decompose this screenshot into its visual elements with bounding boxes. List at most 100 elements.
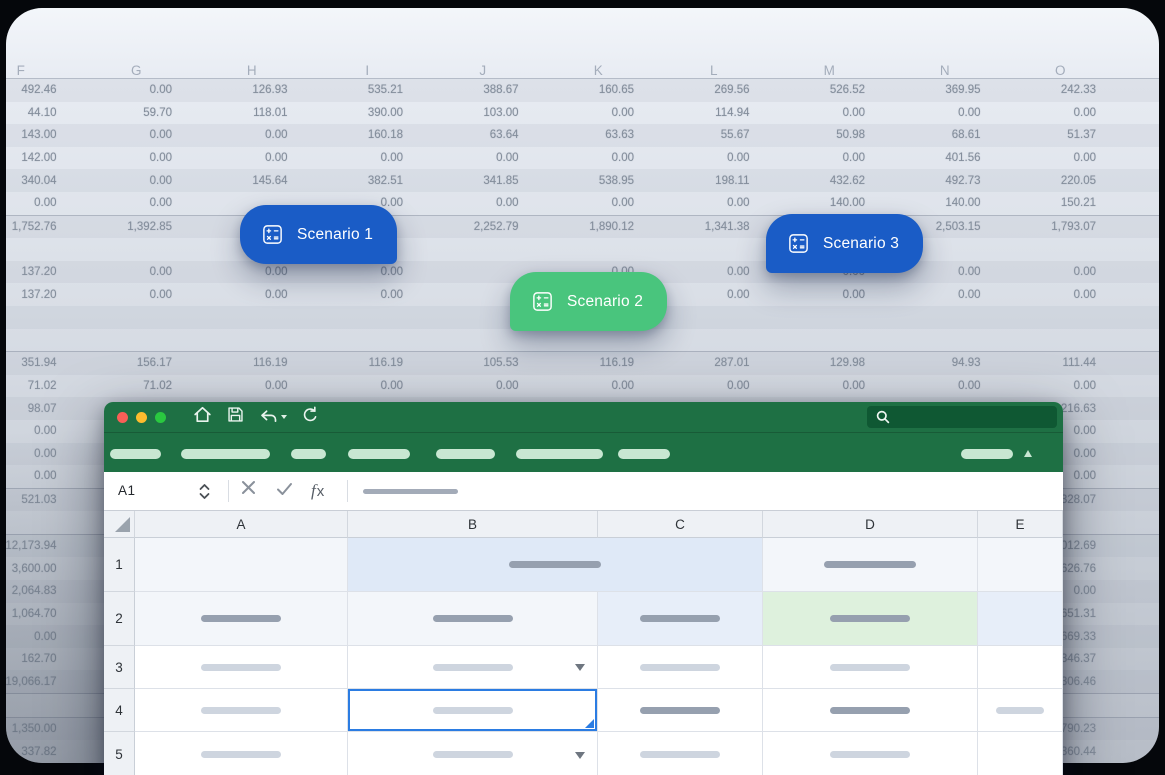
search-icon (875, 409, 891, 425)
cell-content-placeholder (640, 664, 720, 671)
worksheet-cell[interactable] (135, 592, 348, 646)
scenario-1-button[interactable]: Scenario 1 (240, 205, 397, 264)
scenario-2-button[interactable]: Scenario 2 (510, 272, 667, 331)
worksheet-cell[interactable] (135, 538, 348, 592)
worksheet-cell[interactable] (598, 689, 763, 732)
worksheet-cell[interactable] (348, 732, 598, 775)
worksheet-cell[interactable] (348, 592, 598, 646)
scenario-3-label: Scenario 3 (823, 235, 899, 253)
cell-content-placeholder (201, 615, 281, 622)
calculator-grid-icon (531, 290, 554, 313)
select-all-triangle-icon (115, 517, 130, 532)
dropdown-caret-icon[interactable] (575, 664, 585, 671)
row-header-2[interactable]: 2 (104, 592, 135, 646)
name-box-stepper[interactable] (197, 482, 212, 506)
worksheet-cell[interactable] (978, 689, 1063, 732)
cell-content-placeholder (824, 561, 916, 568)
worksheet-cell[interactable] (135, 732, 348, 775)
ribbon-tab-placeholder[interactable] (291, 449, 326, 459)
collapse-ribbon-caret[interactable] (1024, 450, 1032, 457)
cell-content-placeholder (830, 751, 910, 758)
accept-icon[interactable] (276, 482, 293, 501)
cell-content-placeholder (201, 751, 281, 758)
cell-content-placeholder (830, 707, 910, 714)
cell-content-placeholder (640, 615, 720, 622)
worksheet-grid: ABCDE 12345 (104, 511, 1063, 775)
cell-content-placeholder (640, 751, 720, 758)
ribbon-toolbar (104, 432, 1063, 472)
cell-content-placeholder (433, 707, 513, 714)
row-header-1[interactable]: 1 (104, 538, 135, 592)
worksheet-cell[interactable] (348, 689, 598, 732)
worksheet-cell[interactable] (135, 646, 348, 689)
worksheet-cell[interactable] (978, 592, 1063, 646)
calculator-grid-icon (261, 223, 284, 246)
row-header-4[interactable]: 4 (104, 689, 135, 732)
ribbon-tab-placeholder[interactable] (516, 449, 603, 459)
cell-content-placeholder (433, 615, 513, 622)
worksheet-cell[interactable] (763, 732, 978, 775)
search-input[interactable] (867, 406, 1057, 428)
redo-refresh-icon[interactable] (300, 405, 319, 429)
minimize-button[interactable] (136, 412, 147, 423)
spreadsheet-window: A1 fx ABCDE 12345 (104, 402, 1063, 775)
worksheet-cell[interactable] (135, 689, 348, 732)
worksheet-cell[interactable] (978, 646, 1063, 689)
ribbon-tab-placeholder[interactable] (181, 449, 270, 459)
column-header-C[interactable]: C (598, 511, 763, 538)
worksheet-cell[interactable] (763, 538, 978, 592)
cell-content-placeholder (509, 561, 601, 568)
formula-input-placeholder[interactable] (363, 489, 458, 494)
calculator-grid-icon (787, 232, 810, 255)
worksheet-cell[interactable] (598, 732, 763, 775)
row-header-5[interactable]: 5 (104, 732, 135, 775)
column-header-E[interactable]: E (978, 511, 1063, 538)
ribbon-tab-placeholder[interactable] (110, 449, 161, 459)
cell-content-placeholder (830, 615, 910, 622)
column-header-A[interactable]: A (135, 511, 348, 538)
worksheet-cell[interactable] (598, 646, 763, 689)
row-header-3[interactable]: 3 (104, 646, 135, 689)
close-button[interactable] (117, 412, 128, 423)
maximize-button[interactable] (155, 412, 166, 423)
scenario-1-label: Scenario 1 (297, 226, 373, 244)
cell-content-placeholder (201, 664, 281, 671)
name-box[interactable]: A1 (118, 483, 136, 498)
dropdown-caret-icon[interactable] (575, 752, 585, 759)
traffic-lights (117, 412, 166, 423)
home-icon[interactable] (192, 404, 213, 430)
undo-icon[interactable] (258, 409, 287, 426)
save-icon[interactable] (226, 405, 245, 429)
worksheet-cell[interactable] (763, 646, 978, 689)
cancel-icon[interactable] (241, 480, 256, 500)
ribbon-tab-placeholder[interactable] (618, 449, 670, 459)
window-titlebar (104, 402, 1063, 432)
worksheet-cell[interactable] (598, 592, 763, 646)
worksheet-cell[interactable] (348, 646, 598, 689)
worksheet-cell[interactable] (763, 689, 978, 732)
worksheet-cell[interactable] (978, 538, 1063, 592)
cell-content-placeholder (640, 707, 720, 714)
cell-content-placeholder (996, 707, 1044, 714)
undo-dropdown-caret[interactable] (281, 415, 287, 419)
cell-corner-marker (585, 719, 594, 728)
divider (347, 480, 348, 502)
column-header-B[interactable]: B (348, 511, 598, 538)
ribbon-tab-placeholder[interactable] (436, 449, 495, 459)
device-frame: FGHIJKLMNO492.460.00126.93535.21388.6716… (0, 0, 1165, 775)
worksheet-cell[interactable] (763, 592, 978, 646)
function-wizard-icon[interactable]: fx (311, 481, 324, 501)
cell-content-placeholder (830, 664, 910, 671)
ribbon-tab-placeholder[interactable] (348, 449, 410, 459)
select-all-corner[interactable] (104, 511, 135, 538)
cell-content-placeholder (433, 751, 513, 758)
column-header-D[interactable]: D (763, 511, 978, 538)
divider (228, 480, 229, 502)
ribbon-tab-placeholder[interactable] (961, 449, 1013, 459)
formula-bar: A1 fx (104, 472, 1063, 511)
worksheet-cell[interactable] (978, 732, 1063, 775)
scenario-3-button[interactable]: Scenario 3 (766, 214, 923, 273)
cell-content-placeholder (201, 707, 281, 714)
scenario-2-label: Scenario 2 (567, 293, 643, 311)
worksheet-cell[interactable] (348, 538, 763, 592)
